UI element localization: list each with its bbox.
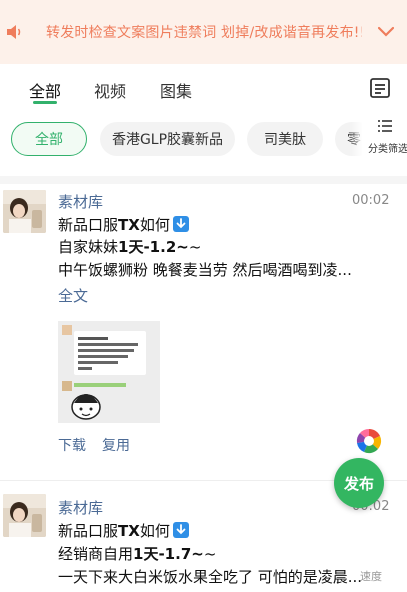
category-filter-button[interactable]: 分类筛选 xyxy=(362,112,407,164)
avatar[interactable] xyxy=(3,190,46,233)
chevron-down-icon[interactable] xyxy=(378,26,394,38)
active-tab-indicator xyxy=(33,101,57,104)
notice-bar[interactable]: 转发时检查文案图片违禁词 划掉/改成谐音再发布!!!!!!... xyxy=(0,0,407,64)
tab-video[interactable]: 视频 xyxy=(94,78,126,102)
download-button[interactable]: 下载 xyxy=(58,435,86,455)
full-text-link[interactable]: 全文 xyxy=(58,285,88,306)
material-library-page: 转发时检查文案图片违禁词 划掉/改成谐音再发布!!!!!!... 全部 视频 图… xyxy=(0,0,407,592)
post-time: 00:02 xyxy=(352,193,390,208)
tab-all[interactable]: 全部 xyxy=(29,78,61,102)
post-title: 新品口服TX如何 xyxy=(58,520,189,541)
filter-label: 分类筛选 xyxy=(368,144,407,155)
publish-button[interactable]: 发布 xyxy=(334,458,384,508)
section-divider xyxy=(0,176,407,184)
pinwheel-icon[interactable] xyxy=(356,428,382,454)
reuse-button[interactable]: 复用 xyxy=(102,435,130,455)
tab-gallery[interactable]: 图集 xyxy=(160,78,192,102)
avatar[interactable] xyxy=(3,494,46,537)
author-name[interactable]: 素材库 xyxy=(58,497,103,518)
post-line-2: 经销商自用1天-1.7~~ xyxy=(58,545,217,563)
post-line-2: 自家妹妹1天-1.2~~ xyxy=(58,238,202,256)
filter-icon xyxy=(378,120,392,132)
notice-text: 转发时检查文案图片违禁词 划掉/改成谐音再发布!!!!!!... xyxy=(46,25,362,41)
post-title: 新品口服TX如何 xyxy=(58,214,189,235)
download-badge-icon xyxy=(172,522,189,538)
author-name[interactable]: 素材库 xyxy=(58,191,103,212)
category-chips: 全部 香港GLP胶囊新品 司美肽 零 xyxy=(0,110,407,168)
document-list-icon[interactable] xyxy=(369,77,391,99)
chip-semaglutide[interactable]: 司美肽 xyxy=(247,122,323,156)
post-image-thumbnail[interactable] xyxy=(58,321,160,423)
download-badge-icon xyxy=(172,216,189,232)
post-line-3: 一天下来大白米饭水果全吃了 可怕的是凌晨... xyxy=(58,568,363,586)
chip-hk-glp[interactable]: 香港GLP胶囊新品 xyxy=(100,122,235,156)
speaker-icon xyxy=(7,25,21,39)
speed-label: 速度 xyxy=(360,570,382,583)
chip-all[interactable]: 全部 xyxy=(11,122,87,156)
content-tabs: 全部 视频 图集 xyxy=(0,64,407,110)
post-line-3: 中午饭螺狮粉 晚餐麦当劳 然后喝酒喝到凌... xyxy=(58,261,352,279)
